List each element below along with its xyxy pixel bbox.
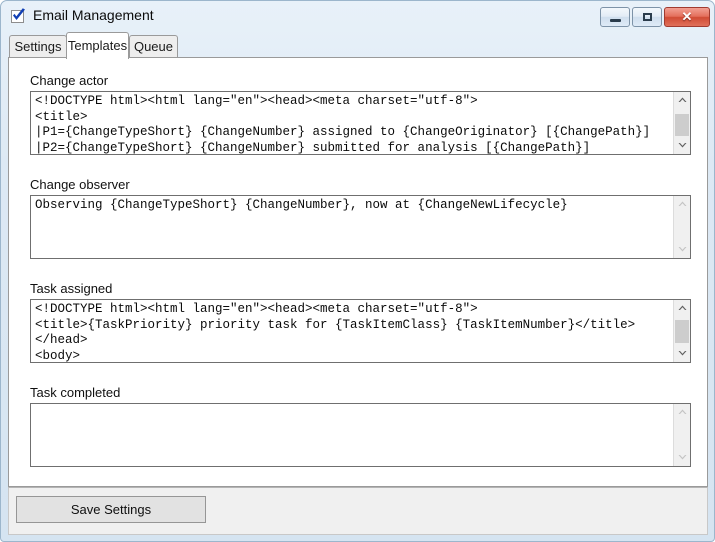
checkbox-checked-icon	[10, 8, 27, 25]
templates-panel: Change actor <!DOCTYPE html><html lang="…	[8, 57, 708, 487]
close-button[interactable]: ✕	[664, 7, 710, 27]
scroll-up-icon[interactable]	[674, 196, 690, 213]
scroll-up-icon[interactable]	[674, 404, 690, 421]
scroll-down-icon[interactable]	[674, 449, 690, 466]
scrollbar-change-actor[interactable]	[673, 92, 690, 154]
tab-bar: Settings Templates Queue	[8, 32, 708, 59]
textarea-task-completed[interactable]	[30, 403, 691, 467]
textarea-task-assigned[interactable]: <!DOCTYPE html><html lang="en"><head><me…	[30, 299, 691, 363]
tab-settings[interactable]: Settings	[9, 35, 67, 58]
scrollbar-task-assigned[interactable]	[673, 300, 690, 362]
label-change-observer: Change observer	[30, 177, 130, 192]
textarea-change-observer[interactable]: Observing {ChangeTypeShort} {ChangeNumbe…	[30, 195, 691, 259]
tab-templates[interactable]: Templates	[66, 32, 129, 59]
scroll-thumb[interactable]	[675, 320, 689, 343]
textarea-task-assigned-value: <!DOCTYPE html><html lang="en"><head><me…	[35, 302, 636, 363]
close-icon: ✕	[681, 9, 693, 24]
minimize-icon	[610, 19, 621, 22]
maximize-button[interactable]	[632, 7, 662, 27]
textarea-change-actor[interactable]: <!DOCTYPE html><html lang="en"><head><me…	[30, 91, 691, 155]
scroll-down-icon[interactable]	[674, 137, 690, 154]
minimize-button[interactable]	[600, 7, 630, 27]
label-change-actor: Change actor	[30, 73, 109, 88]
scroll-down-icon[interactable]	[674, 241, 690, 258]
window-title: Email Management	[33, 7, 154, 23]
window-controls: ✕	[600, 7, 710, 27]
title-bar[interactable]: Email Management ✕	[1, 1, 714, 31]
scrollbar-task-completed[interactable]	[673, 404, 690, 466]
textarea-change-actor-value: <!DOCTYPE html><html lang="en"><head><me…	[35, 94, 651, 155]
scroll-up-icon[interactable]	[674, 92, 690, 109]
scrollbar-change-observer[interactable]	[673, 196, 690, 258]
save-settings-button[interactable]: Save Settings	[16, 496, 206, 523]
tab-queue[interactable]: Queue	[129, 35, 178, 58]
textarea-change-observer-value: Observing {ChangeTypeShort} {ChangeNumbe…	[35, 198, 568, 212]
label-task-assigned: Task assigned	[30, 281, 113, 296]
scroll-up-icon[interactable]	[674, 300, 690, 317]
application-window: Email Management ✕ Settings Templates Qu…	[0, 0, 715, 542]
label-task-completed: Task completed	[30, 385, 121, 400]
maximize-icon	[643, 13, 652, 21]
footer-bar: Save Settings	[8, 487, 708, 535]
scroll-down-icon[interactable]	[674, 345, 690, 362]
scroll-thumb[interactable]	[675, 114, 689, 136]
